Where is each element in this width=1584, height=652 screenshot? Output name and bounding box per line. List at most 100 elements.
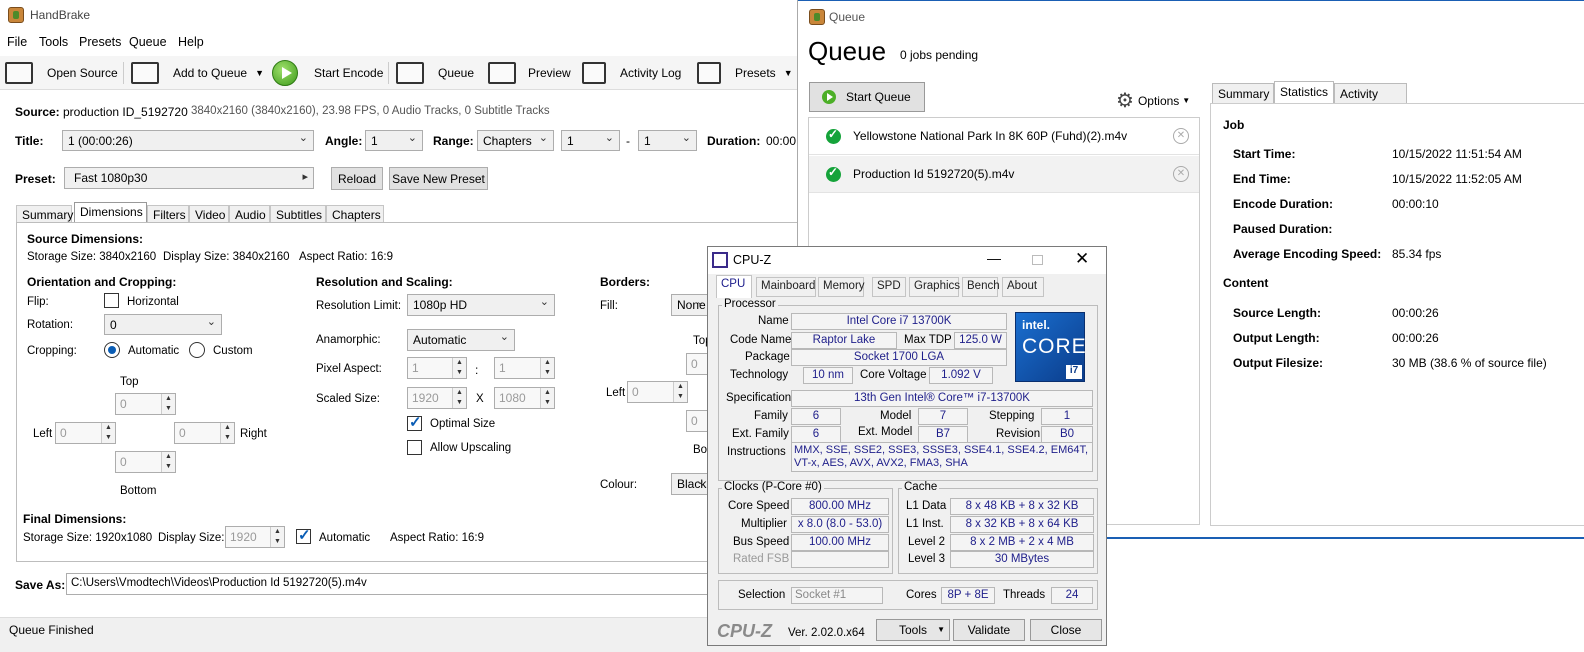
spinner-arrows-icon[interactable]: ▲ ▼: [270, 527, 284, 547]
remove-icon[interactable]: ✕: [1173, 166, 1189, 182]
anamorphic-label: Anamorphic:: [316, 334, 381, 346]
crop-custom-radio[interactable]: [189, 342, 205, 358]
add-to-queue-button[interactable]: Add to Queue ▼: [131, 60, 264, 86]
resolution-limit-label: Resolution Limit:: [316, 300, 402, 312]
spinner-arrows-icon[interactable]: ▲ ▼: [452, 388, 466, 408]
preset-select[interactable]: Fast 1080p30: [64, 167, 314, 189]
save-new-preset-button[interactable]: Save New Preset: [389, 167, 488, 190]
flip-horizontal-checkbox[interactable]: [104, 293, 119, 308]
queue-item[interactable]: Yellowstone National Park In 8K 60P (Fuh…: [809, 118, 1199, 155]
intel-logo-core: CORE: [1022, 335, 1087, 358]
maximize-icon[interactable]: [1032, 255, 1043, 265]
source-label: Source:: [15, 105, 60, 119]
tools-button[interactable]: Tools ▼: [876, 619, 950, 641]
pixel-aspect-y-spinner[interactable]: 1 ▲ ▼: [494, 357, 555, 379]
spinner-arrows-icon[interactable]: ▲ ▼: [161, 394, 175, 414]
crop-left-spinner[interactable]: 0 ▲ ▼: [55, 422, 116, 444]
range-to-select[interactable]: 1: [638, 130, 697, 151]
crop-automatic-radio[interactable]: [104, 342, 120, 358]
max-tdp-value: 125.0 W: [954, 332, 1007, 349]
resolution-limit-select[interactable]: 1080p HD: [407, 294, 555, 316]
minimize-icon[interactable]: —: [987, 250, 1001, 266]
cpuz-tab-memory[interactable]: Memory: [818, 277, 865, 297]
options-menu[interactable]: ⚙ Options ▼: [1116, 88, 1190, 113]
colour-label: Colour:: [600, 479, 638, 491]
tab-filters[interactable]: Filters: [147, 205, 189, 223]
scaled-width-spinner[interactable]: 1920 ▲ ▼: [407, 387, 467, 409]
menu-queue[interactable]: Queue: [129, 35, 167, 49]
intel-logo-text: intel.: [1022, 318, 1051, 332]
spinner-arrows-icon[interactable]: ▲ ▼: [101, 423, 115, 443]
close-button[interactable]: Close: [1030, 619, 1102, 641]
final-display-size-spinner[interactable]: 1920 ▲ ▼: [225, 526, 285, 548]
cpuz-tab-spd[interactable]: SPD: [872, 277, 906, 297]
tab-video[interactable]: Video: [189, 205, 229, 223]
spinner-arrows-icon[interactable]: ▲ ▼: [540, 358, 554, 378]
queue-tab-statistics[interactable]: Statistics: [1274, 81, 1334, 104]
save-as-input[interactable]: C:\Users\Vmodtech\Videos\Production Id 5…: [66, 573, 726, 595]
cpuz-tab-about[interactable]: About: [1002, 277, 1044, 297]
title-select[interactable]: 1 (00:00:26): [62, 130, 314, 151]
spinner-arrows-icon[interactable]: ▲ ▼: [540, 388, 554, 408]
activity-log-button[interactable]: Activity Log: [582, 60, 681, 86]
cpuz-brand: CPU-Z: [717, 621, 772, 641]
tab-dimensions[interactable]: Dimensions: [74, 202, 147, 223]
menu-file[interactable]: File: [7, 35, 27, 49]
ext-model-label: Ext. Model: [858, 426, 913, 438]
crop-right-label: Right: [240, 428, 267, 440]
cpuz-tab-graphics[interactable]: Graphics: [909, 277, 960, 297]
spinner-arrows-icon[interactable]: ▲ ▼: [161, 452, 175, 472]
rotation-select[interactable]: 0: [104, 314, 222, 335]
remove-icon[interactable]: ✕: [1173, 128, 1189, 144]
queue-tab-summary[interactable]: Summary: [1212, 83, 1274, 104]
cpuz-tab-bench[interactable]: Bench: [962, 277, 1000, 297]
family-label: Family: [754, 410, 788, 422]
crop-bottom-spinner[interactable]: 0 ▲ ▼: [115, 451, 176, 473]
spinner-arrows-icon[interactable]: ▲ ▼: [452, 358, 466, 378]
open-source-button[interactable]: Open Source: [5, 60, 118, 86]
pixel-aspect-x-spinner[interactable]: 1 ▲ ▼: [407, 357, 467, 379]
optimal-size-checkbox[interactable]: [407, 413, 422, 431]
validate-button[interactable]: Validate: [953, 619, 1025, 641]
pixel-aspect-x-value: 1: [412, 361, 419, 375]
allow-upscaling-checkbox[interactable]: [407, 440, 422, 455]
cpuz-tab-cpu[interactable]: CPU: [716, 275, 752, 298]
queue-icon: [396, 62, 424, 84]
presets-button[interactable]: Presets ▼: [697, 60, 793, 86]
tab-summary[interactable]: Summary: [16, 205, 73, 223]
anamorphic-select[interactable]: Automatic: [407, 329, 515, 351]
chevron-down-icon[interactable]: ▼: [784, 68, 793, 78]
spinner-arrows-icon[interactable]: ▲ ▼: [673, 382, 687, 402]
range-type-select[interactable]: Chapters: [477, 130, 554, 151]
crop-right-spinner[interactable]: 0 ▲ ▼: [174, 422, 235, 444]
chevron-down-icon[interactable]: ▼: [255, 68, 264, 78]
end-time-value: 10/15/2022 11:52:05 AM: [1392, 172, 1522, 186]
angle-select[interactable]: 1: [365, 130, 423, 151]
crop-top-spinner[interactable]: 0 ▲ ▼: [115, 393, 176, 415]
border-left-spinner[interactable]: 0 ▲ ▼: [627, 381, 688, 403]
tab-chapters[interactable]: Chapters: [326, 205, 384, 223]
menu-presets[interactable]: Presets: [79, 35, 121, 49]
preview-button[interactable]: Preview: [488, 60, 571, 86]
close-icon[interactable]: ✕: [1075, 249, 1089, 269]
start-queue-button[interactable]: Start Queue: [809, 82, 925, 112]
scaled-height-spinner[interactable]: 1080 ▲ ▼: [494, 387, 555, 409]
rotation-label: Rotation:: [27, 319, 74, 331]
tab-audio[interactable]: Audio: [229, 205, 270, 223]
queue-tab-activity-log[interactable]: Activity Log: [1334, 83, 1407, 115]
colour-select[interactable]: Black: [671, 473, 711, 495]
spinner-arrows-icon[interactable]: ▲ ▼: [220, 423, 234, 443]
queue-button[interactable]: Queue: [396, 60, 474, 86]
cpuz-tab-mainboard[interactable]: Mainboard: [756, 277, 816, 297]
menu-tools[interactable]: Tools: [39, 35, 68, 49]
menu-help[interactable]: Help: [178, 35, 204, 49]
start-encode-button[interactable]: Start Encode: [272, 60, 383, 86]
fill-select[interactable]: None: [671, 294, 711, 316]
range-from-select[interactable]: 1: [561, 130, 620, 151]
tab-subtitles[interactable]: Subtitles: [270, 205, 326, 223]
reload-button[interactable]: Reload: [331, 167, 383, 190]
final-automatic-checkbox[interactable]: [296, 526, 311, 544]
queue-item[interactable]: Production Id 5192720(5).m4v ✕: [809, 156, 1199, 193]
crop-top-value: 0: [120, 397, 127, 411]
selection-select[interactable]: Socket #1: [791, 587, 883, 604]
